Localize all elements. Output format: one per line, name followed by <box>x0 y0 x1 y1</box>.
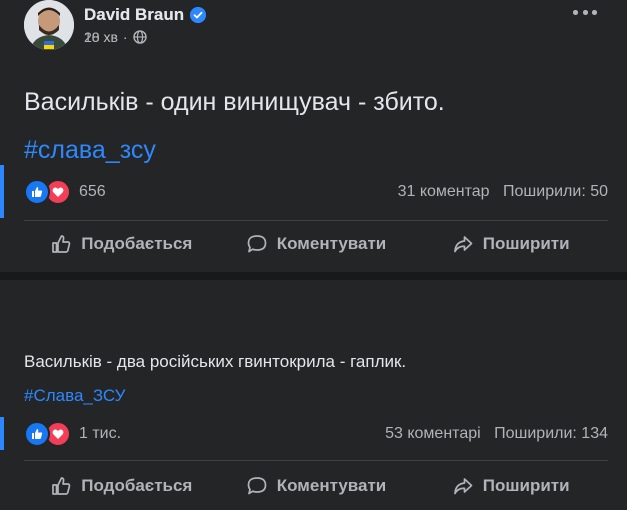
more-options-icon[interactable] <box>573 0 597 24</box>
thumbs-up-icon <box>52 477 71 495</box>
like-reaction-icon <box>24 179 50 205</box>
author-name[interactable]: David Braun <box>84 5 184 25</box>
post-text: Васильків - один винищувач - збито. <box>24 88 445 116</box>
verified-badge-icon <box>190 7 207 23</box>
avatar[interactable] <box>24 0 74 50</box>
comments-count[interactable]: 31 коментар <box>398 183 490 200</box>
comment-label: Коментувати <box>276 234 387 253</box>
separator-dot: · <box>122 29 128 45</box>
share-label: Поширити <box>482 234 570 253</box>
comment-bubble-icon <box>247 235 267 253</box>
post-actions: Подобається Коментувати Поширити <box>24 222 608 266</box>
comment-label: Коментувати <box>276 476 387 495</box>
share-button[interactable]: Поширити <box>413 464 608 508</box>
post-time[interactable]: 20 хв <box>84 29 118 45</box>
share-button[interactable]: Поширити <box>413 222 608 266</box>
reactions-summary[interactable]: 656 <box>24 179 106 205</box>
like-button[interactable]: Подобається <box>24 464 219 508</box>
comment-button[interactable]: Коментувати <box>219 464 414 508</box>
share-label: Поширити <box>482 476 570 495</box>
comments-count[interactable]: 53 коментарі <box>385 425 481 442</box>
reactions-count: 656 <box>79 183 106 200</box>
thumbs-up-icon <box>52 235 71 253</box>
like-button[interactable]: Подобається <box>24 222 219 266</box>
shares-count[interactable]: Поширили: 134 <box>494 425 608 442</box>
shares-count[interactable]: Поширили: 50 <box>503 183 608 200</box>
feed-gap <box>0 272 627 280</box>
post-stats: 1 тис. 53 коментарі Поширили: 134 <box>24 421 608 447</box>
share-arrow-icon <box>453 236 473 253</box>
post-actions: Подобається Коментувати Поширити <box>24 464 608 508</box>
like-label: Подобається <box>81 234 193 253</box>
accent-bar <box>0 417 4 450</box>
comment-button[interactable]: Коментувати <box>219 222 414 266</box>
news-feed: David Braun 18 хв · Васильків - один вин… <box>0 0 627 510</box>
post-stats: 656 31 коментар Поширили: 50 <box>24 179 608 205</box>
reactions-count: 1 тис. <box>79 425 122 442</box>
globe-icon <box>132 30 147 44</box>
reactions-summary[interactable]: 1 тис. <box>24 421 121 447</box>
post-text: Васильків - два російських гвинтокрила -… <box>24 352 407 371</box>
hashtag-link[interactable]: #слава_зсу <box>24 136 156 165</box>
hashtag-link[interactable]: #Слава_ЗСУ <box>24 386 125 406</box>
accent-bar <box>0 165 4 218</box>
like-reaction-icon <box>24 421 50 447</box>
divider <box>24 460 608 461</box>
share-arrow-icon <box>453 478 473 495</box>
comment-bubble-icon <box>247 477 267 495</box>
divider <box>24 220 608 221</box>
post-header: David Braun 20 хв · <box>24 0 207 50</box>
like-label: Подобається <box>81 476 193 495</box>
